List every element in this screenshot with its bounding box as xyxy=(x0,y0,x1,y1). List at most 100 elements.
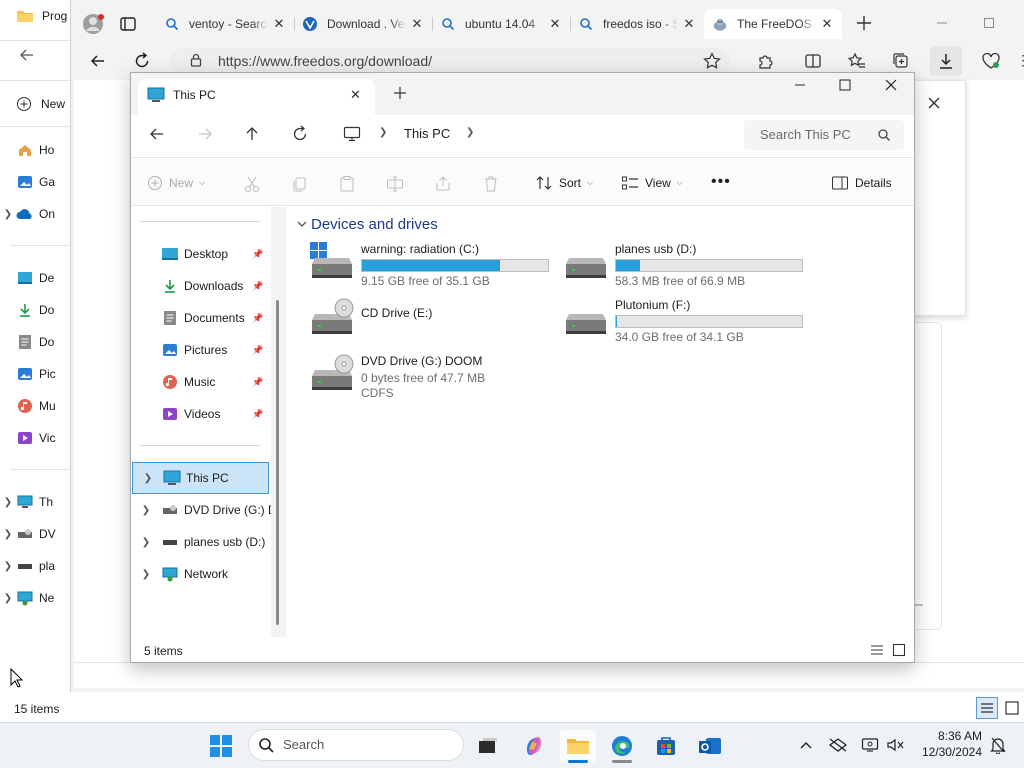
browser-more-icon[interactable]: ⋮ xyxy=(1016,52,1024,69)
nav-item-usb-drive[interactable]: ❯ planes usb (D:) xyxy=(131,528,271,556)
show-hidden-icons-chevron-icon[interactable] xyxy=(794,733,818,757)
rename-icon[interactable] xyxy=(386,175,404,193)
explorer-tab-close-icon[interactable]: ✕ xyxy=(350,87,361,103)
tab-close-icon[interactable]: ✕ xyxy=(820,16,834,32)
outlook-taskbar-button[interactable] xyxy=(692,730,728,762)
start-button[interactable] xyxy=(203,730,239,762)
nav-item-documents[interactable]: Documents 📌 xyxy=(131,304,271,332)
details-view-icon[interactable] xyxy=(976,697,998,719)
nav-pane-scrollbar-thumb[interactable] xyxy=(276,300,279,625)
tab-close-icon[interactable]: ✕ xyxy=(410,16,424,32)
explorer-forward-icon[interactable] xyxy=(196,125,214,143)
background-nav-music[interactable]: Mu xyxy=(0,398,70,414)
explorer-back-icon[interactable] xyxy=(148,125,166,143)
file-explorer-taskbar-button[interactable] xyxy=(560,730,596,762)
breadcrumb-chevron-icon[interactable]: ❯ xyxy=(379,127,387,138)
background-nav-onedrive[interactable]: ❯ On xyxy=(0,206,70,222)
drive-g[interactable]: DVD Drive (G:) DOOM 0 bytes free of 47.7… xyxy=(310,354,550,404)
explorer-close-icon[interactable] xyxy=(884,78,898,92)
extensions-icon[interactable] xyxy=(751,47,779,75)
tab-freedos-search[interactable]: freedos iso - Search ✕ xyxy=(570,9,704,39)
explorer-refresh-icon[interactable] xyxy=(291,125,309,143)
drive-d[interactable]: planes usb (D:) 58.3 MB free of 66.9 MB xyxy=(564,242,804,290)
background-nav-network[interactable]: ❯ Ne xyxy=(0,590,70,606)
notifications-bell-icon[interactable] xyxy=(986,733,1010,757)
pin-icon[interactable]: 📌 xyxy=(251,249,265,260)
copy-icon[interactable] xyxy=(290,175,308,193)
split-screen-icon[interactable] xyxy=(799,47,827,75)
view-button[interactable]: View ⌵ xyxy=(621,175,683,191)
collections-icon[interactable] xyxy=(887,47,915,75)
lock-icon[interactable] xyxy=(190,53,202,67)
background-nav-documents[interactable]: Do xyxy=(0,334,70,350)
background-nav-gallery[interactable]: Ga xyxy=(0,174,70,190)
share-icon[interactable] xyxy=(434,175,452,193)
explorer-search-icon[interactable] xyxy=(877,128,891,142)
volume-muted-icon[interactable] xyxy=(884,733,908,757)
delete-icon[interactable] xyxy=(482,175,500,193)
explorer-up-icon[interactable] xyxy=(243,125,261,143)
nav-item-downloads[interactable]: Downloads 📌 xyxy=(131,272,271,300)
edge-taskbar-button[interactable] xyxy=(604,730,640,762)
background-nav-videos[interactable]: Vic xyxy=(0,430,70,446)
downloads-button-icon[interactable] xyxy=(930,46,962,76)
tiles-view-toggle-icon[interactable] xyxy=(892,643,906,657)
pin-icon[interactable]: 📌 xyxy=(251,409,265,420)
new-tab-icon[interactable] xyxy=(850,9,878,37)
taskbar-search-placeholder[interactable]: Search xyxy=(283,737,324,752)
nav-item-dvd-drive[interactable]: ❯ DVD Drive (G:) DOOM xyxy=(131,496,271,524)
background-nav-downloads[interactable]: Do xyxy=(0,302,70,318)
clock-date[interactable]: 12/30/2024 xyxy=(916,745,982,759)
new-button[interactable]: New ⌵ xyxy=(147,175,205,191)
breadcrumb-this-pc[interactable]: This PC xyxy=(404,126,450,141)
copilot-button[interactable] xyxy=(516,730,552,762)
taskbar-search-box[interactable] xyxy=(248,729,464,761)
tab-close-icon[interactable]: ✕ xyxy=(272,16,286,32)
drive-c[interactable]: warning: radiation (C:) 9.15 GB free of … xyxy=(310,242,550,290)
background-nav-home[interactable]: Ho xyxy=(0,142,70,158)
tab-close-icon[interactable]: ✕ xyxy=(548,16,562,32)
drive-e[interactable]: CD Drive (E:) xyxy=(310,298,550,338)
tab-ubuntu-search[interactable]: ubuntu 14.04 ✕ xyxy=(432,9,570,39)
back-icon[interactable] xyxy=(18,46,36,64)
task-view-button[interactable] xyxy=(470,730,506,762)
tab-actions-icon[interactable] xyxy=(118,14,138,34)
nav-item-music[interactable]: Music 📌 xyxy=(131,368,271,396)
breadcrumb-chevron-icon[interactable]: ❯ xyxy=(466,127,474,138)
downloads-panel-close-icon[interactable] xyxy=(920,89,948,117)
favorite-star-icon[interactable] xyxy=(698,47,726,75)
details-view-toggle-icon[interactable] xyxy=(870,644,884,656)
refresh-icon[interactable] xyxy=(128,47,156,75)
explorer-maximize-icon[interactable] xyxy=(838,78,852,92)
background-nav-this-pc[interactable]: ❯ Th xyxy=(0,494,70,510)
large-icons-view-icon[interactable] xyxy=(1004,700,1020,716)
store-taskbar-button[interactable] xyxy=(648,730,684,762)
background-new-button[interactable]: New xyxy=(16,96,65,112)
background-nav-desktop[interactable]: De xyxy=(0,270,70,286)
favorites-icon[interactable] xyxy=(843,47,871,75)
maximize-icon[interactable] xyxy=(975,9,1003,37)
pin-icon[interactable]: 📌 xyxy=(251,377,265,388)
pin-icon[interactable]: 📌 xyxy=(251,313,265,324)
tab-ventoy-search[interactable]: ventoy - Search ✕ xyxy=(156,9,294,39)
url-text[interactable]: https://www.freedos.org/download/ xyxy=(218,53,432,69)
nav-item-desktop[interactable]: Desktop 📌 xyxy=(131,240,271,268)
tab-freedos-project[interactable]: The FreeDOS Project ✕ xyxy=(704,9,842,39)
background-nav-pictures[interactable]: Pic xyxy=(0,366,70,382)
cut-icon[interactable] xyxy=(243,175,261,193)
display-settings-icon[interactable] xyxy=(858,733,882,757)
paste-icon[interactable] xyxy=(338,175,356,193)
pin-icon[interactable]: 📌 xyxy=(251,281,265,292)
background-nav-usb-drive[interactable]: ❯ pla xyxy=(0,558,70,574)
monitor-icon[interactable] xyxy=(343,126,361,142)
nav-item-this-pc[interactable]: ❯ This PC xyxy=(132,462,269,494)
details-button[interactable]: Details xyxy=(831,175,892,191)
explorer-minimize-icon[interactable] xyxy=(793,78,807,92)
section-collapse-chevron-icon[interactable] xyxy=(296,218,308,230)
nav-item-network[interactable]: ❯ Network xyxy=(131,560,271,588)
clock-time[interactable]: 8:36 AM xyxy=(934,729,982,743)
nav-item-videos[interactable]: Videos 📌 xyxy=(131,400,271,428)
tab-close-icon[interactable]: ✕ xyxy=(682,16,696,32)
browser-essentials-icon[interactable] xyxy=(977,47,1005,75)
sort-button[interactable]: Sort ⌵ xyxy=(535,175,593,191)
